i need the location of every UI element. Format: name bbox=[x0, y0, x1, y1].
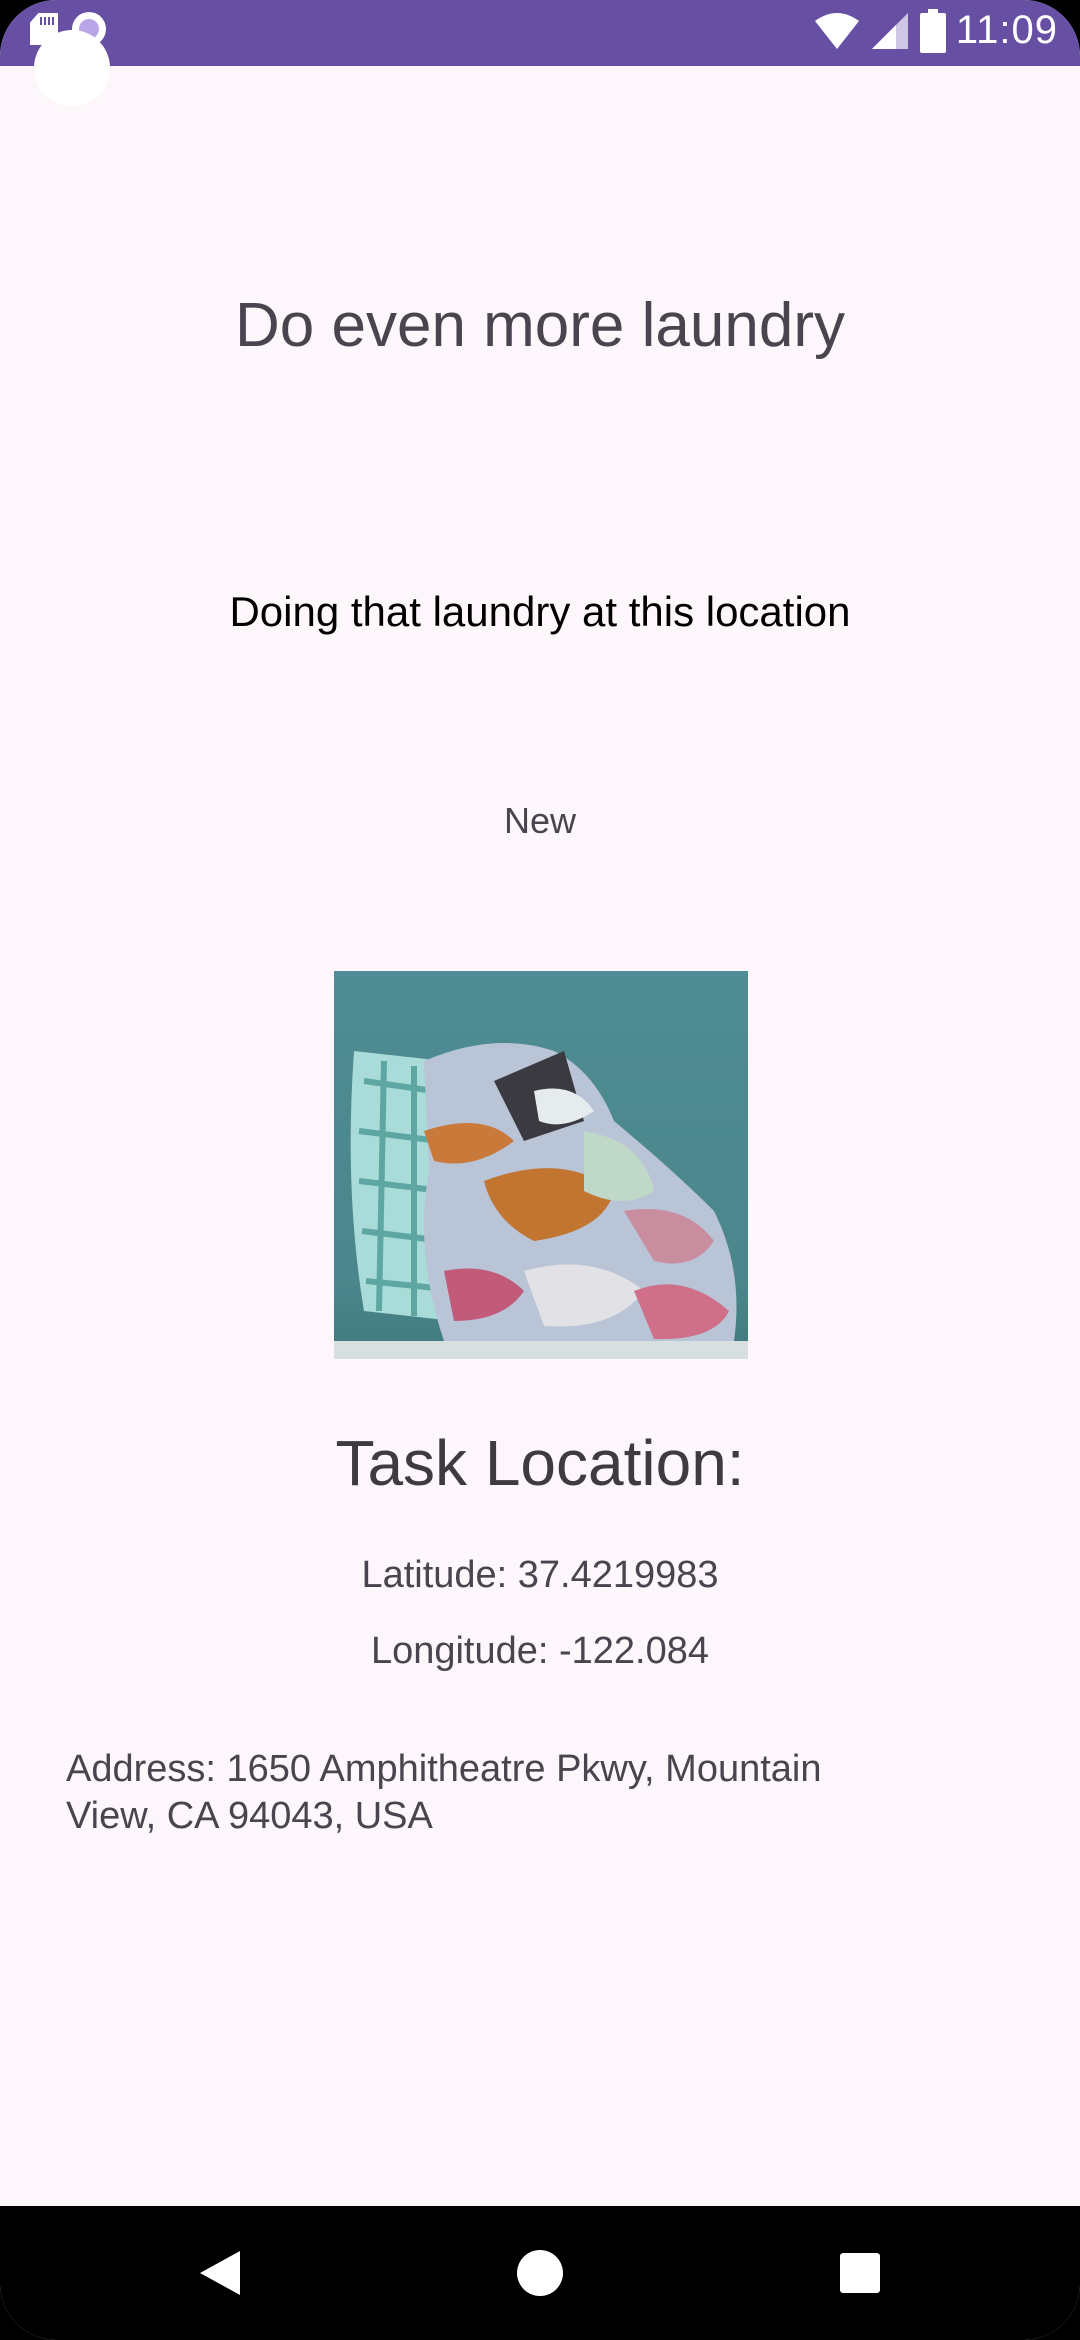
recents-icon bbox=[840, 2253, 880, 2293]
longitude-text: Longitude: -122.084 bbox=[370, 1630, 710, 1672]
app-screen: 11:09 Do even more laundry Doing that la… bbox=[0, 0, 1080, 2340]
status-right-icons: 11:09 bbox=[814, 8, 1058, 53]
home-icon bbox=[517, 2250, 563, 2296]
navigation-bar bbox=[0, 2206, 1080, 2340]
recents-button[interactable] bbox=[790, 2206, 930, 2340]
back-button[interactable] bbox=[150, 2206, 290, 2340]
signal-icon bbox=[871, 12, 908, 49]
task-title: Do even more laundry bbox=[235, 291, 845, 360]
location-heading: Task Location: bbox=[335, 1427, 745, 1499]
wifi-icon bbox=[814, 12, 859, 49]
task-status: New bbox=[503, 800, 577, 841]
status-time: 11:09 bbox=[955, 8, 1058, 52]
address-text: Address: 1650 Amphitheatre Pkwy, Mountai… bbox=[66, 1748, 822, 1837]
status-bar: 11:09 bbox=[0, 0, 1080, 66]
task-description: Doing that laundry at this location bbox=[229, 588, 851, 635]
home-button[interactable] bbox=[470, 2206, 610, 2340]
back-icon bbox=[200, 2251, 240, 2295]
battery-icon bbox=[919, 8, 946, 53]
latitude-text: Latitude: 37.4219983 bbox=[361, 1554, 719, 1596]
task-image bbox=[334, 971, 748, 1359]
overlay-dot bbox=[34, 30, 110, 106]
